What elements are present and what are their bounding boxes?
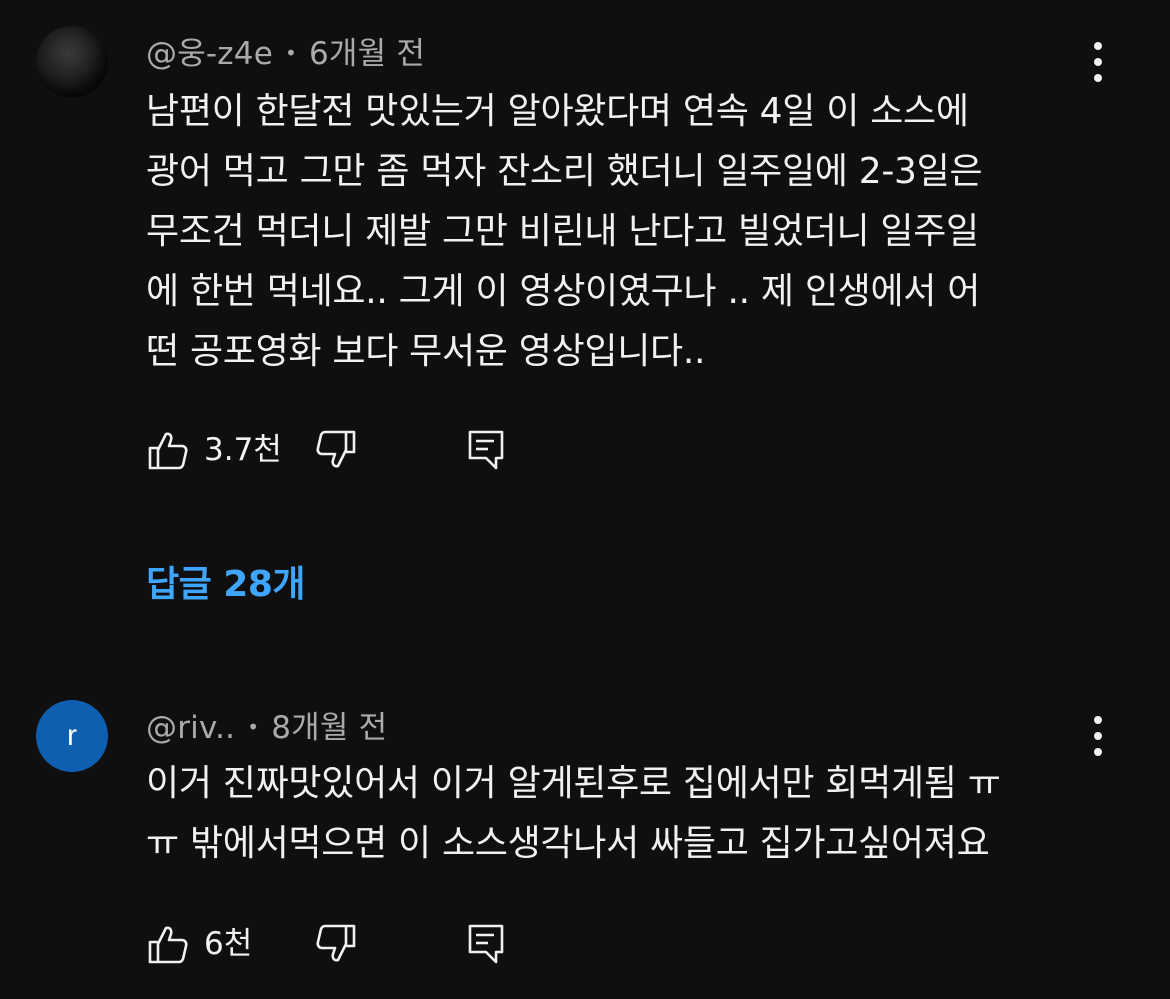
- like-button[interactable]: [146, 922, 190, 966]
- more-options-button[interactable]: [1086, 716, 1110, 756]
- thumb-up-icon: [148, 926, 188, 964]
- comment-item: r @riv.. • 8개월 전 이거 진짜맛있어서 이거 알게된후로 집에서만 회…: [0, 0, 1170, 999]
- avatar[interactable]: r: [36, 700, 108, 772]
- reply-comment-icon: [468, 924, 504, 964]
- avatar-letter: r: [67, 719, 77, 752]
- reply-button[interactable]: [464, 922, 508, 966]
- dislike-button[interactable]: [314, 922, 358, 966]
- comment-text: 이거 진짜맛있어서 이거 알게된후로 집에서만 회먹게됨 ㅠ ㅠ 밖에서먹으면 …: [146, 763, 1001, 864]
- like-count: 6천: [204, 926, 253, 962]
- comment-author[interactable]: @riv..: [146, 710, 235, 746]
- meta-separator: •: [247, 715, 260, 739]
- comment-actions: 6천: [146, 922, 546, 966]
- thumb-down-icon: [316, 924, 356, 962]
- more-vertical-icon: [1094, 716, 1102, 724]
- comment-time[interactable]: 8개월 전: [271, 710, 387, 746]
- comment-meta: @riv.. • 8개월 전: [146, 702, 387, 747]
